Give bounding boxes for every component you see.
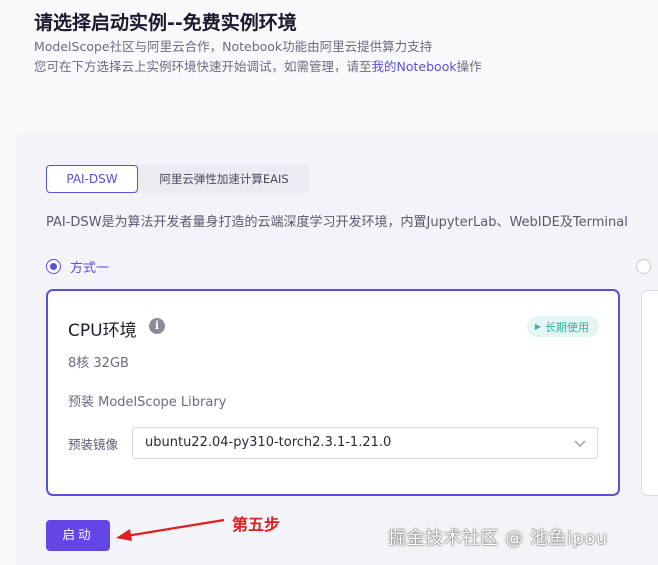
image-select[interactable]: ubuntu22.04-py310-torch2.3.1-1.21.0: [132, 427, 598, 459]
cpu-environment-card[interactable]: CPU环境 i ▶ 长期使用 8核 32GB 预装 ModelScope Lib…: [46, 289, 620, 496]
page-title: 请选择启动实例--免费实例环境: [34, 12, 297, 34]
cpu-spec: 8核 32GB: [68, 356, 129, 371]
step-five-annotation: 第五步: [232, 515, 281, 534]
option-one-label: 方式一: [70, 261, 110, 276]
arrow-left-icon: [116, 518, 225, 541]
info-icon[interactable]: i: [149, 318, 165, 334]
preinstall-library: 预装 ModelScope Library: [68, 395, 227, 410]
tab-eais[interactable]: 阿里云弹性加速计算EAIS: [138, 165, 310, 193]
option-two-card[interactable]: [641, 290, 658, 496]
long-term-badge: ▶ 长期使用: [526, 316, 599, 337]
card-title: CPU环境: [68, 321, 137, 341]
subtitle-line-1: ModelScope社区与阿里云合作，Notebook功能由阿里云提供算力支持: [34, 39, 433, 54]
image-select-label: 预装镜像: [68, 437, 119, 452]
option-two-radio[interactable]: [636, 259, 651, 274]
radio-selected-dot: [50, 263, 57, 270]
instance-tabs: PAI-DSW 阿里云弹性加速计算EAIS: [46, 165, 310, 193]
subtitle-prefix: 您可在下方选择云上实例环境快速开始调试，如需管理，请至: [34, 59, 372, 74]
play-icon: ▶: [534, 322, 541, 331]
chevron-down-icon: [574, 440, 586, 447]
tab-pai-dsw[interactable]: PAI-DSW: [46, 165, 138, 193]
tab-description: PAI-DSW是为算法开发者量身打造的云端深度学习开发环境，内置JupyterL…: [46, 215, 628, 230]
watermark: 掘金技术社区 @ 池鱼ipou: [388, 528, 608, 549]
image-select-value: ubuntu22.04-py310-torch2.3.1-1.21.0: [145, 435, 392, 450]
option-one-radio-row[interactable]: 方式一: [46, 257, 109, 276]
start-button[interactable]: 启动: [46, 520, 110, 551]
badge-label: 长期使用: [545, 320, 589, 334]
subtitle-line-2: 您可在下方选择云上实例环境快速开始调试，如需管理，请至我的Notebook操作: [34, 56, 482, 75]
subtitle-suffix: 操作: [456, 59, 482, 74]
option-one-radio[interactable]: [46, 259, 61, 274]
my-notebook-link[interactable]: 我的Notebook: [372, 59, 457, 74]
